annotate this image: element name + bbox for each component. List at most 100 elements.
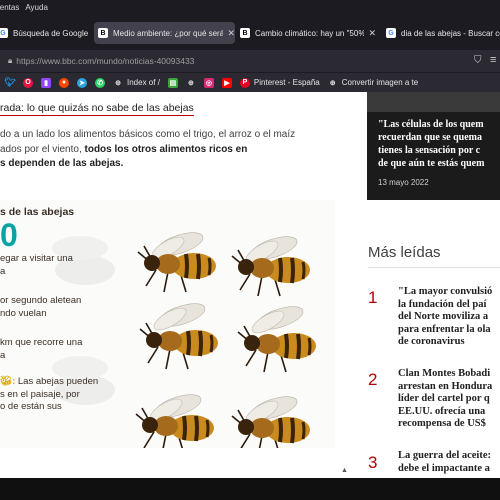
tab-title: Medio ambiente: ¿por qué será [113, 28, 224, 38]
instagram-icon[interactable]: ◎ [203, 77, 214, 88]
bookmark-label: Pinterest - España [253, 78, 320, 87]
fact-line: o de están sus [0, 401, 62, 412]
paragraph-bold: todos los otros alimentos ricos en [84, 143, 248, 155]
fact-line: s en el paisaje, por [0, 388, 80, 400]
most-read-rank: 1 [368, 288, 378, 307]
item-line: "La mayor convulsió [398, 286, 493, 297]
bee-image [237, 306, 316, 373]
tab-title: Búsqueda de Google [13, 28, 89, 38]
quote-text: "Las células de los quem recuerdan que s… [378, 118, 500, 170]
google-icon: G [386, 28, 396, 38]
twitch-icon[interactable]: ▮ [41, 77, 51, 88]
infographic-fact-3: km que recorre una a [0, 337, 82, 362]
lock-icon: 🔒︎ [8, 56, 13, 65]
pocket-icon[interactable]: ⛉ [474, 55, 486, 67]
featured-quote-card[interactable]: "Las células de los quem recuerdan que s… [367, 92, 500, 200]
bee-image [137, 232, 216, 293]
quote-line: "Las células de los quem [378, 119, 484, 130]
tab-bar: G Búsqueda de Google B Medio ambiente: ¿… [0, 14, 500, 50]
paragraph-line: ados por el viento, todos los otros alim… [0, 143, 330, 158]
menu-herramientas[interactable]: ientas [0, 3, 19, 12]
paragraph-line: s dependen de las abejas. [0, 157, 330, 172]
globe-icon: ⊕ [115, 79, 121, 87]
fact-line: 🐝︎: Las abejas pueden [0, 376, 98, 389]
bookmark-label: Convertir imagen a te [341, 78, 419, 87]
most-read-item-3[interactable]: La guerra del aceite: debe el impactante… [398, 450, 500, 475]
most-read-item-1[interactable]: "La mayor convulsió la fundación del paí… [398, 286, 500, 349]
item-line: EE.UU. ofrecía una [398, 405, 486, 417]
fact-line: a [0, 265, 6, 277]
bbc-icon: B [98, 28, 108, 38]
item-line: arrestan en Hondura [398, 380, 493, 392]
youtube-icon[interactable]: ▶ [221, 77, 232, 88]
whatsapp-icon[interactable]: ✆ [95, 77, 105, 88]
url-text: https://www.bbc.com/mundo/noticias-40093… [16, 56, 195, 66]
item-line: recompensa de US$ [398, 418, 486, 429]
close-icon[interactable]: ✕ [368, 28, 376, 39]
bookmark-index-of[interactable]: ⊕ Index of / [113, 78, 160, 88]
item-line: líder del cartel por q [398, 393, 490, 404]
bee-infographic: s de las abejas 0 egar a visitar una a o… [0, 200, 335, 448]
bee-image [139, 303, 218, 370]
infographic-big-number: 0 [0, 217, 18, 253]
fact-line: km que recorre una [0, 337, 83, 348]
item-line: La guerra del aceite: [398, 450, 492, 461]
quote-line: tienes la sensación por c [378, 145, 481, 156]
most-read-rank: 3 [368, 453, 378, 472]
item-line: del Norte moviliza a [398, 311, 489, 322]
infographic-fact-4: 🐝︎: Las abejas pueden s en el paisaje, p… [0, 376, 98, 414]
paragraph-text: ados por el viento, [0, 143, 85, 155]
item-line: la fundación del paí [398, 298, 487, 310]
navigation-bar: 🔒︎ https://www.bbc.com/mundo/noticias-40… [0, 50, 500, 72]
infographic-fact-2: or segundo aletean ndo vuelan [0, 295, 81, 320]
bee-image [135, 394, 214, 448]
infographic-fact-1: egar a visitar una a [0, 253, 73, 278]
fact-text: Las abejas pueden [15, 376, 99, 387]
quote-line: recuerdan que se quema [378, 132, 482, 143]
page-content: rada: lo que quizás no sabe de las abeja… [0, 92, 500, 478]
bee-image [231, 396, 310, 448]
opera-icon[interactable]: O [23, 77, 33, 88]
tab-dia-abejas[interactable]: G dia de las abejas - Buscar con [386, 22, 500, 44]
most-read-item-2[interactable]: Clan Montes Bobadi arrestan en Hondura l… [398, 368, 500, 431]
tab-google-search[interactable]: G Búsqueda de Google [0, 22, 90, 44]
tab-title: Cambio climático: hay un "50% [255, 28, 365, 38]
item-line: para enfrentar la ola [398, 323, 491, 335]
card-image [367, 92, 500, 112]
bookmark-convertir-imagen[interactable]: ⊕ Convertir imagen a te [328, 78, 418, 88]
paragraph-bold: s dependen de las abejas. [0, 158, 124, 169]
hamburger-menu-icon[interactable]: ≡ [490, 54, 496, 66]
rarbg-icon[interactable]: ▤ [167, 77, 178, 88]
close-icon[interactable]: ✕ [227, 28, 235, 39]
article-paragraph: do a un lado los alimentos básicos como … [0, 128, 330, 172]
telegram-icon[interactable]: ➤ [77, 77, 87, 88]
bee-image [231, 236, 310, 297]
fact-line: a [0, 349, 6, 361]
twitter-icon[interactable]: 🐦︎ [4, 77, 15, 88]
pinterest-icon: P [239, 77, 250, 88]
divider [368, 267, 500, 268]
related-article-link[interactable]: rada: lo que quizás no sabe de las abeja… [0, 102, 194, 116]
bee-emoji-icon: 🐝︎ [0, 376, 13, 387]
item-line: debe el impactante a [398, 462, 490, 474]
item-line: Clan Montes Bobadi [398, 368, 491, 379]
reddit-icon[interactable]: ● [59, 77, 69, 88]
most-read-heading: Más leídas [368, 244, 441, 261]
paragraph-line: do a un lado los alimentos básicos como … [0, 129, 296, 140]
taskbar-dock [210, 478, 290, 500]
taskbar [0, 478, 500, 500]
fact-line: ndo vuelan [0, 307, 47, 319]
scroll-arrow-icon[interactable]: ▲ [341, 467, 348, 474]
fact-line: or segundo aletean [0, 295, 82, 306]
tab-medio-ambiente[interactable]: B Medio ambiente: ¿por qué será ✕ [94, 22, 235, 44]
google-icon: G [0, 28, 8, 38]
address-bar[interactable]: 🔒︎ https://www.bbc.com/mundo/noticias-40… [0, 50, 460, 72]
most-read-rank: 2 [368, 370, 378, 389]
globe-icon[interactable]: ⊕ [186, 78, 196, 88]
quote-line: de que aún te estás quem [378, 158, 485, 169]
quote-date: 13 mayo 2022 [378, 178, 429, 187]
menu-ayuda[interactable]: Ayuda [25, 3, 48, 12]
bookmark-pinterest[interactable]: P Pinterest - España [239, 77, 320, 88]
tab-cambio-climatico[interactable]: B Cambio climático: hay un "50% ✕ [240, 22, 376, 44]
item-line: de coronavirus [398, 336, 465, 347]
